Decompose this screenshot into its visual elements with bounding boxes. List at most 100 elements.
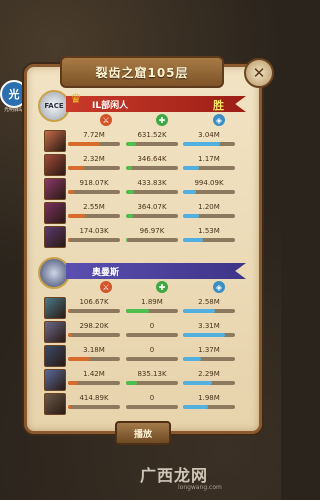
defense-icon: ◈: [213, 281, 225, 293]
heal-value: 96.97K: [139, 227, 165, 235]
team-1-column-icons: ⚔ ✚ ◈: [70, 114, 250, 128]
heal-value: 0: [149, 322, 155, 330]
def-bar-fill: [183, 333, 225, 337]
def-bar: [183, 190, 235, 194]
atk-bar-fill: [68, 309, 71, 313]
hero-portrait: [44, 369, 66, 391]
def-bar-fill: [183, 238, 203, 242]
hero-row[interactable]: 298.20K 0 3.31M: [44, 321, 250, 343]
heal-stat: 835.13K: [124, 369, 180, 391]
hero-row[interactable]: 3.18M 0 1.37M: [44, 345, 250, 367]
def-bar: [183, 309, 235, 313]
atk-bar-fill: [68, 238, 71, 242]
hero-row[interactable]: 174.03K 96.97K 1.53M: [44, 226, 250, 248]
def-value: 994.09K: [194, 179, 224, 187]
hero-row[interactable]: 2.55M 364.07K 1.20M: [44, 202, 250, 224]
hero-row[interactable]: 7.72M 631.52K 3.04M: [44, 130, 250, 152]
atk-bar: [68, 357, 120, 361]
hero-row[interactable]: 1.42M 835.13K 2.29M: [44, 369, 250, 391]
hero-row[interactable]: 414.89K 0 1.98M: [44, 393, 250, 415]
atk-bar-fill: [68, 142, 101, 146]
team-2-banner: 奥曼斯: [66, 263, 246, 279]
team-2-name: 奥曼斯: [92, 267, 120, 278]
atk-bar-fill: [68, 405, 72, 409]
team-1-name: IL部闲人: [92, 100, 129, 111]
def-bar: [183, 333, 235, 337]
hero-portrait: [44, 130, 66, 152]
def-bar-fill: [183, 381, 213, 385]
heal-value: 0: [149, 394, 155, 402]
atk-value: 2.55M: [83, 203, 105, 211]
def-stat: 3.31M: [181, 321, 237, 343]
def-bar: [183, 166, 235, 170]
hero-row[interactable]: 106.67K 1.89M 2.58M: [44, 297, 250, 319]
hero-row[interactable]: 918.07K 433.83K 994.09K: [44, 178, 250, 200]
atk-bar: [68, 214, 120, 218]
atk-bar-fill: [68, 214, 86, 218]
def-bar-fill: [183, 214, 200, 218]
def-stat: 1.37M: [181, 345, 237, 367]
def-bar: [183, 238, 235, 242]
def-bar-fill: [183, 357, 201, 361]
atk-stat: 106.67K: [66, 297, 122, 319]
def-value: 2.29M: [198, 370, 220, 378]
def-value: 1.20M: [198, 203, 220, 211]
def-bar: [183, 214, 235, 218]
heal-stat: 96.97K: [124, 226, 180, 248]
atk-value: 2.32M: [83, 155, 105, 163]
atk-bar: [68, 309, 120, 313]
heal-value: 0: [149, 346, 155, 354]
atk-value: 1.42M: [83, 370, 105, 378]
def-bar-fill: [183, 309, 216, 313]
atk-stat: 2.55M: [66, 202, 122, 224]
def-stat: 1.98M: [181, 393, 237, 415]
def-stat: 1.20M: [181, 202, 237, 224]
heal-stat: 364.07K: [124, 202, 180, 224]
def-value: 2.58M: [198, 298, 220, 306]
atk-stat: 2.32M: [66, 154, 122, 176]
heal-icon: ✚: [156, 281, 168, 293]
heal-bar: [126, 214, 178, 218]
def-stat: 1.17M: [181, 154, 237, 176]
heal-bar-fill: [126, 381, 138, 385]
atk-stat: 298.20K: [66, 321, 122, 343]
heal-value: 631.52K: [137, 131, 167, 139]
heal-value: 835.13K: [137, 370, 167, 378]
heal-bar-fill: [126, 214, 133, 218]
team-1-result: 胜: [213, 99, 224, 112]
close-button[interactable]: ✕: [244, 58, 274, 88]
atk-value: 7.72M: [83, 131, 105, 139]
hero-portrait: [44, 154, 66, 176]
atk-bar-fill: [68, 333, 73, 337]
def-bar-fill: [183, 166, 199, 170]
guild-badge-glyph: 光: [8, 88, 20, 101]
team-1-avatar-text: FACE: [44, 102, 64, 110]
watermark: 广西龙网: [140, 466, 209, 485]
def-stat: 1.53M: [181, 226, 237, 248]
replay-button[interactable]: 播放: [115, 421, 171, 445]
atk-stat: 918.07K: [66, 178, 122, 200]
heal-bar: [126, 405, 178, 409]
heal-bar: [126, 333, 178, 337]
heal-value: 346.64K: [137, 155, 167, 163]
def-bar: [183, 405, 235, 409]
heal-stat: 346.64K: [124, 154, 180, 176]
close-icon: ✕: [252, 64, 266, 82]
hero-portrait: [44, 226, 66, 248]
atk-bar: [68, 238, 120, 242]
def-stat: 2.29M: [181, 369, 237, 391]
def-value: 1.53M: [198, 227, 220, 235]
atk-bar-fill: [68, 190, 75, 194]
atk-value: 174.03K: [79, 227, 109, 235]
atk-bar: [68, 142, 120, 146]
atk-value: 918.07K: [79, 179, 109, 187]
hero-portrait: [44, 297, 66, 319]
heal-icon: ✚: [156, 114, 168, 126]
heal-value: 1.89M: [141, 298, 163, 306]
hero-row[interactable]: 2.32M 346.64K 1.17M: [44, 154, 250, 176]
heal-value: 364.07K: [137, 203, 167, 211]
def-bar: [183, 381, 235, 385]
def-bar-fill: [183, 142, 221, 146]
heal-stat: 433.83K: [124, 178, 180, 200]
hero-portrait: [44, 202, 66, 224]
